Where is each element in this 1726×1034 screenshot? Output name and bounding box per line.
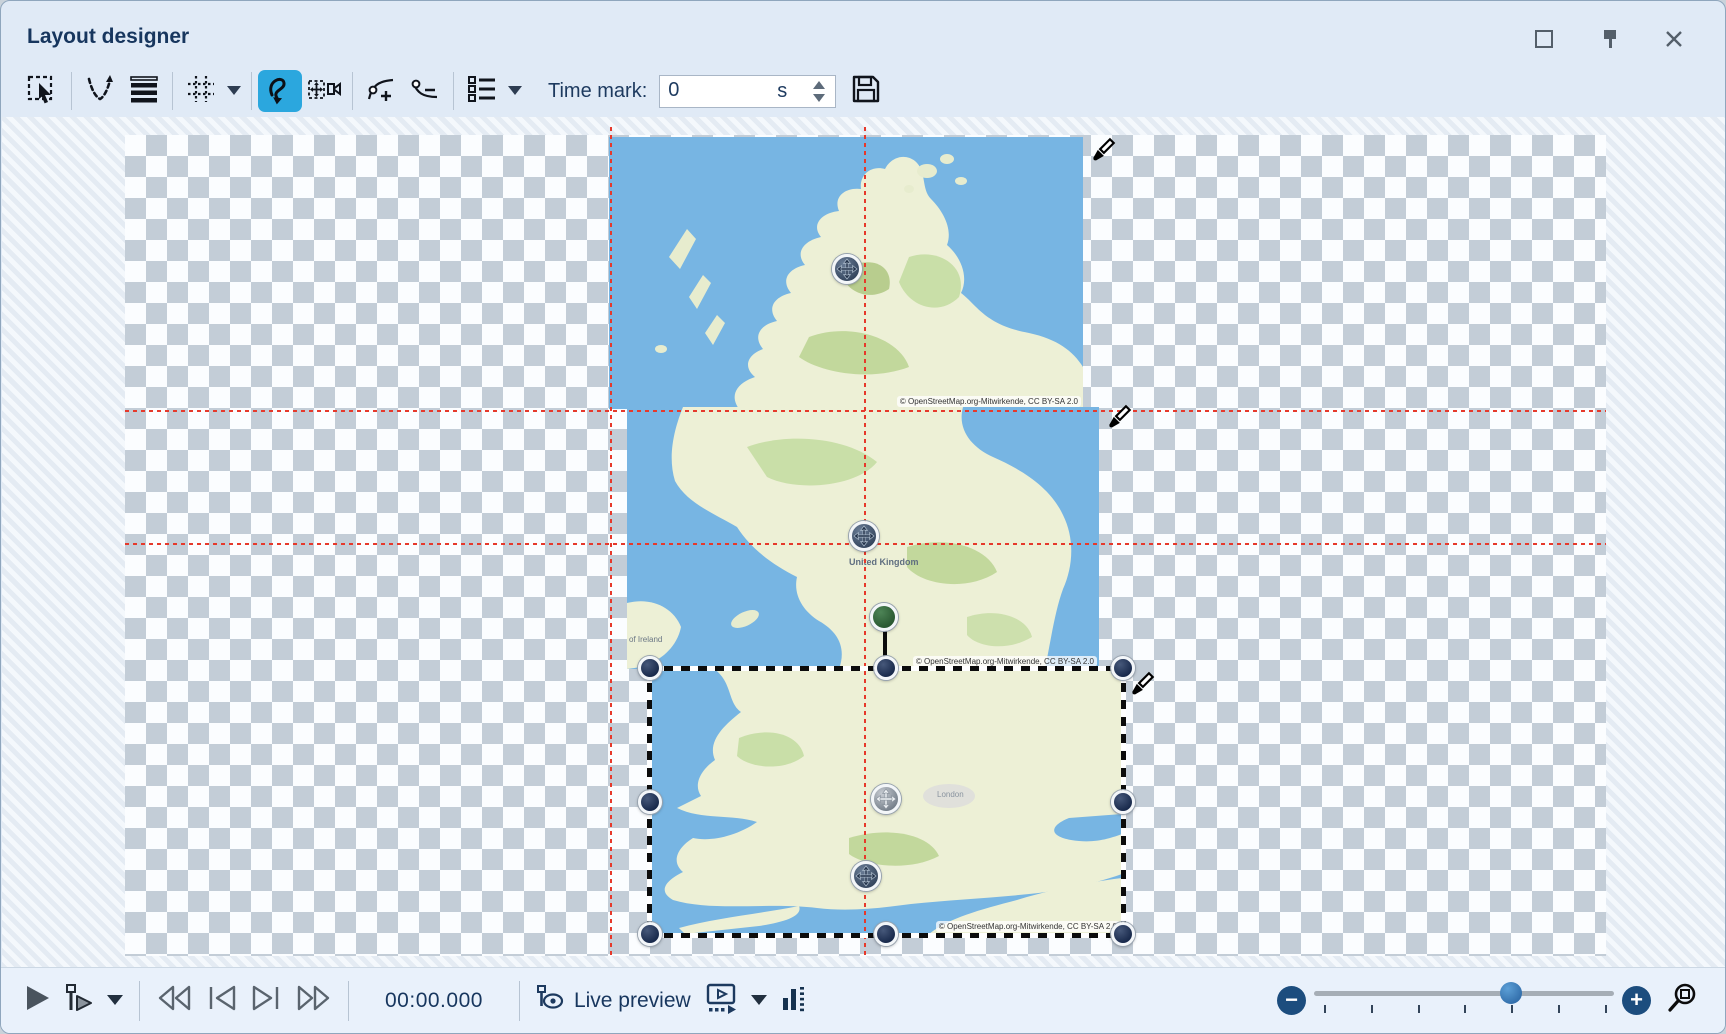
preview-options-dropdown[interactable] [745, 979, 773, 1023]
resize-handle-bottom-left[interactable] [638, 922, 662, 946]
play-from-marker-icon [63, 983, 95, 1018]
resize-handle-mid-right[interactable] [1111, 790, 1135, 814]
add-keyframe-button[interactable] [359, 70, 403, 112]
maximize-icon [1534, 29, 1554, 54]
pin-button[interactable] [1593, 27, 1627, 55]
next-frame-button[interactable] [244, 979, 288, 1023]
move-handle-tile-1[interactable] [832, 254, 862, 284]
move-handle-tile-2[interactable] [849, 521, 879, 551]
live-preview-toggle[interactable]: Live preview [530, 979, 745, 1023]
zoom-fit-button[interactable] [1661, 978, 1705, 1022]
skip-to-start-button[interactable] [150, 979, 200, 1023]
map-label-country: United Kingdom [849, 557, 919, 567]
pin-icon [1600, 28, 1620, 55]
map-label-ireland: of Ireland [629, 635, 662, 644]
chevron-down-icon [227, 82, 241, 100]
brush-icon-tile-3[interactable] [1126, 670, 1156, 700]
chevron-down-icon [107, 992, 123, 1010]
layout-canvas: © OpenStreetMap.org-Mitwirkende, CC BY-S… [2, 117, 1726, 969]
smooth-path-tool-button[interactable] [78, 70, 122, 112]
window-title: Layout designer [27, 25, 189, 49]
move-handle-selected-tile[interactable] [871, 784, 901, 814]
toolbar: Time mark: s [1, 65, 1725, 117]
grid-dropdown[interactable] [223, 70, 245, 112]
zoom-fit-icon [1667, 982, 1699, 1019]
resize-handle-bottom-center[interactable] [874, 922, 898, 946]
close-icon [1664, 29, 1684, 54]
select-tool-button[interactable] [21, 70, 65, 112]
save-button[interactable] [844, 70, 888, 112]
live-preview-label: Live preview [574, 989, 691, 1013]
grid-button[interactable] [179, 70, 223, 112]
zoom-controls: − + [1277, 977, 1705, 1023]
keyframe-list-button[interactable] [460, 70, 504, 112]
zoom-slider[interactable] [1314, 983, 1614, 1017]
time-mark-label: Time mark: [548, 80, 647, 103]
bars-gauge-icon [779, 983, 807, 1018]
add-keyframe-icon [364, 72, 398, 111]
spinner-up-button[interactable] [813, 81, 825, 89]
map-attribution: © OpenStreetMap.org-Mitwirkende, CC BY-S… [897, 396, 1081, 407]
move-handle-tile-4[interactable] [851, 861, 881, 891]
time-mark-unit: s [777, 80, 787, 103]
motion-path-tool-button[interactable] [258, 70, 302, 112]
brush-icon-tile-1[interactable] [1087, 136, 1117, 166]
close-button[interactable] [1657, 27, 1691, 55]
list-dropdown[interactable] [504, 70, 526, 112]
map-attribution: © OpenStreetMap.org-Mitwirkende, CC BY-S… [936, 921, 1120, 932]
zoom-slider-thumb[interactable] [1500, 982, 1522, 1004]
skip-to-end-button[interactable] [288, 979, 338, 1023]
performance-monitor-button[interactable] [773, 979, 813, 1023]
rewind-icon [156, 984, 194, 1017]
previous-frame-button[interactable] [200, 979, 244, 1023]
playback-bar: 00:00.000 Live preview − [1, 967, 1725, 1033]
rotate-handle[interactable] [870, 603, 898, 631]
list-icon [465, 72, 499, 111]
resize-handle-top-left[interactable] [638, 656, 662, 680]
maximize-button[interactable] [1527, 27, 1561, 55]
preview-window-icon [705, 982, 739, 1019]
zoom-slider-track[interactable] [1314, 991, 1614, 996]
save-icon [850, 73, 882, 110]
play-button[interactable] [17, 979, 57, 1023]
live-preview-pin-eye-icon [536, 984, 564, 1017]
chevron-down-icon [751, 992, 767, 1010]
play-from-marker-button[interactable] [57, 979, 101, 1023]
map-attribution: © OpenStreetMap.org-Mitwirkende, CC BY-S… [913, 656, 1097, 667]
map-label-london: London [937, 790, 964, 799]
spinner-down-button[interactable] [813, 94, 825, 102]
layout-designer-window: Layout designer [0, 0, 1726, 1034]
previous-frame-icon [206, 984, 238, 1017]
time-display: 00:00.000 [385, 989, 483, 1013]
guide-horizontal-1 [125, 410, 1606, 412]
zoom-out-button[interactable]: − [1277, 986, 1306, 1015]
titlebar: Layout designer [1, 1, 1725, 65]
brush-icon-tile-2[interactable] [1103, 403, 1133, 433]
play-options-dropdown[interactable] [101, 979, 129, 1023]
s-curve-icon [263, 72, 297, 111]
chevron-down-icon [508, 82, 522, 100]
stacked-bars-icon [127, 72, 161, 111]
camera-pan-icon [306, 72, 342, 111]
remove-keyframe-icon [408, 72, 442, 111]
zoom-in-button[interactable]: + [1622, 986, 1651, 1015]
resize-handle-bottom-right[interactable] [1111, 922, 1135, 946]
remove-keyframe-button[interactable] [403, 70, 447, 112]
grid-icon [184, 72, 218, 111]
next-frame-icon [250, 984, 282, 1017]
play-icon [23, 984, 51, 1017]
time-mark-spinner [809, 77, 829, 107]
resize-handle-mid-left[interactable] [638, 790, 662, 814]
fast-forward-icon [294, 984, 332, 1017]
camera-pan-button[interactable] [302, 70, 346, 112]
select-tool-icon [26, 72, 60, 111]
resize-handle-top-center[interactable] [874, 656, 898, 680]
time-mark-field: s [659, 75, 836, 108]
align-layers-button[interactable] [122, 70, 166, 112]
dashed-curve-icon [83, 72, 117, 111]
